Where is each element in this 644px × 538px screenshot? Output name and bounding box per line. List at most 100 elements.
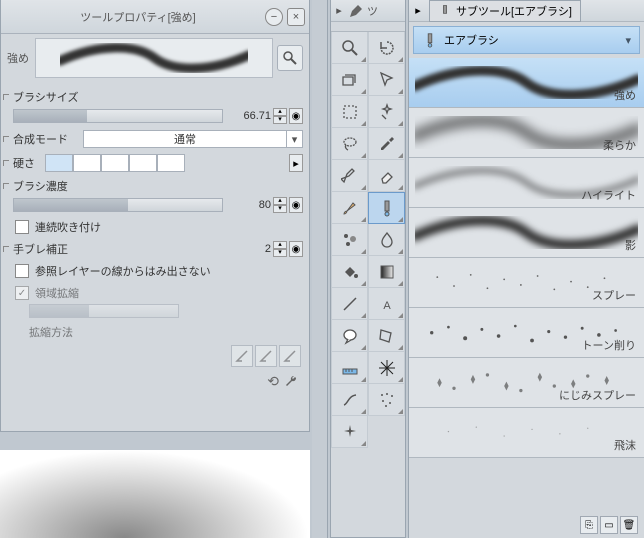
tool-rotate[interactable] (368, 32, 405, 64)
tool-move[interactable] (331, 64, 368, 96)
density-label-row: ブラシ濃度 (13, 175, 307, 197)
brush-size-row: ブラシサイズ (13, 86, 307, 108)
stabilize-row: 手ブレ補正 2 ▴▾ ◉ (13, 238, 307, 260)
subtool-tab-title: サブツール[エアブラシ] (456, 3, 572, 19)
tool-text[interactable]: A (368, 288, 405, 320)
tool-marquee[interactable] (331, 96, 368, 128)
tool-brush[interactable] (331, 192, 368, 224)
subtool-category-label: エアブラシ (444, 32, 499, 48)
subtool-item[interactable]: 影 (409, 208, 644, 258)
hardness-cell[interactable] (157, 154, 185, 172)
subtool-item[interactable]: ハイライト (409, 158, 644, 208)
density-link-icon[interactable]: ◉ (289, 197, 303, 213)
subtool-list: 強め 柔らか ハイライト 影 スプレー トーン削り (409, 58, 644, 458)
subtool-tabbar: ▸ サブツール[エアブラシ] (409, 0, 644, 22)
tool-burst[interactable] (368, 352, 405, 384)
tool-frame[interactable] (368, 320, 405, 352)
magnifier-button[interactable] (277, 45, 303, 71)
method-btn-3[interactable] (279, 345, 301, 367)
refline-checkbox[interactable] (15, 264, 29, 278)
collapse-icon[interactable]: ▸ (331, 4, 347, 17)
tool-wand[interactable] (368, 96, 405, 128)
hardness-cell[interactable] (129, 154, 157, 172)
stabilize-value: 2 (227, 243, 273, 255)
pen-header-icon (347, 2, 365, 20)
collapse-icon[interactable]: ▸ (409, 4, 427, 17)
stabilize-label: 手ブレ補正 (13, 241, 83, 257)
hardness-cell[interactable] (45, 154, 73, 172)
stabilize-spinner[interactable]: ▴▾ (273, 241, 287, 257)
subtool-item[interactable]: スプレー (409, 258, 644, 308)
subtool-footer: ⎘ ▭ 🗑 (580, 516, 638, 534)
brush-preview-row: 強め (1, 34, 309, 82)
panel-footer: ⟲ (13, 369, 307, 396)
tool-decoration[interactable] (331, 224, 368, 256)
chevron-down-icon[interactable]: ▾ (286, 131, 302, 147)
tool-pen[interactable] (331, 160, 368, 192)
hardness-expand-icon[interactable]: ▸ (289, 154, 303, 172)
density-spinner[interactable]: ▴▾ (273, 197, 287, 213)
close-button[interactable]: × (287, 8, 305, 26)
tool-zoom[interactable] (331, 32, 368, 64)
tool-eyedropper[interactable] (368, 128, 405, 160)
density-slider[interactable] (13, 198, 223, 212)
hardness-label: 硬さ (13, 155, 45, 171)
svg-text:A: A (383, 300, 391, 312)
tool-select-arrow[interactable] (368, 64, 405, 96)
tool-line[interactable] (331, 288, 368, 320)
method-btn-1[interactable] (231, 345, 253, 367)
tool-linefix[interactable] (331, 384, 368, 416)
brush-size-link-icon[interactable]: ◉ (289, 108, 303, 124)
tool-ruler[interactable] (331, 352, 368, 384)
subtool-item[interactable]: 飛沫 (409, 408, 644, 458)
delete-button[interactable]: 🗑 (620, 516, 638, 534)
panel-titlebar: ツールプロパティ[強め] − × (1, 0, 309, 34)
hardness-cells (45, 154, 289, 172)
stabilize-link-icon[interactable]: ◉ (289, 241, 303, 257)
tool-airbrush[interactable] (368, 192, 405, 224)
subtool-item[interactable]: にじみスプレー (409, 358, 644, 408)
toolbox-title: ツ (365, 3, 378, 19)
tool-blend[interactable] (368, 224, 405, 256)
minimize-button[interactable]: − (265, 8, 283, 26)
tool-balloon[interactable] (331, 320, 368, 352)
wrench-icon[interactable] (283, 373, 299, 392)
refline-label: 参照レイヤーの線からはみ出さない (35, 263, 211, 279)
tool-sparkle[interactable] (331, 416, 368, 448)
tool-eraser[interactable] (368, 160, 405, 192)
brush-size-spinner[interactable]: ▴▾ (273, 108, 287, 124)
region-slider[interactable] (29, 304, 179, 318)
brush-size-label: ブラシサイズ (13, 89, 83, 105)
divider[interactable] (312, 0, 328, 538)
tool-gradient[interactable] (368, 256, 405, 288)
tool-lasso[interactable] (331, 128, 368, 160)
subtool-category[interactable]: エアブラシ ▾ (413, 26, 640, 54)
hardness-cell[interactable] (73, 154, 101, 172)
region-checkbox[interactable]: ✓ (15, 286, 29, 300)
subtool-tab[interactable]: サブツール[エアブラシ] (429, 0, 581, 22)
tool-dotstar[interactable] (368, 384, 405, 416)
new-button[interactable]: ▭ (600, 516, 618, 534)
brush-size-slider[interactable] (13, 109, 223, 123)
preview-label: 強め (7, 50, 29, 66)
loading-icon: ⟲ (267, 373, 279, 392)
chevron-down-icon[interactable]: ▾ (625, 34, 631, 47)
brush-preview (35, 38, 273, 78)
subtool-item[interactable]: トーン削り (409, 308, 644, 358)
method-btn-2[interactable] (255, 345, 277, 367)
blend-mode-value: 通常 (84, 131, 286, 147)
method-row: 拡縮方法 (13, 321, 307, 343)
tool-fill[interactable] (331, 256, 368, 288)
hardness-cell[interactable] (101, 154, 129, 172)
continuous-spray-label: 連続吹き付け (35, 219, 101, 235)
brush-size-value: 66.71 (227, 110, 273, 122)
continuous-spray-checkbox[interactable] (15, 220, 29, 234)
subtool-item[interactable]: 強め (409, 58, 644, 108)
canvas-area[interactable] (0, 450, 310, 538)
subtool-item[interactable]: 柔らか (409, 108, 644, 158)
subtool-panel: ▸ サブツール[エアブラシ] エアブラシ ▾ 強め 柔らか ハイライト 影 (408, 0, 644, 538)
duplicate-button[interactable]: ⎘ (580, 516, 598, 534)
tool-property-panel: ツールプロパティ[強め] − × 強め ブラシサイズ 66.71 ▴▾ ◉ 合成… (0, 0, 310, 432)
airbrush-cat-icon (422, 32, 438, 48)
blend-mode-dropdown[interactable]: 通常 ▾ (83, 130, 303, 148)
